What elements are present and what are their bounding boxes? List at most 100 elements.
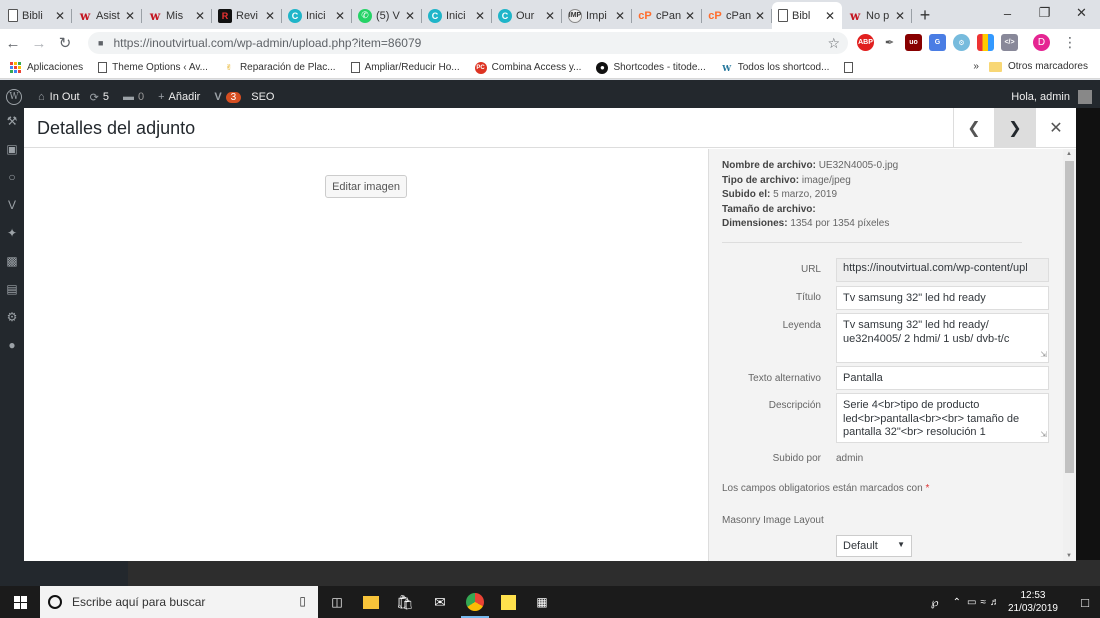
bookmark-apps[interactable]: Aplicaciones <box>10 61 83 74</box>
seo-link[interactable]: SEO <box>251 91 274 103</box>
bookmark-todos-shortcodes[interactable]: W Todos los shortcod... <box>721 62 829 74</box>
attachment-url-field[interactable]: https://inoutvirtual.com/wp-content/upl <box>836 258 1049 282</box>
task-view-icon[interactable]: ◫ <box>328 593 346 611</box>
browser-tab[interactable]: w Asist ✕ <box>72 2 142 29</box>
tab-close-icon[interactable]: ✕ <box>474 9 486 23</box>
browser-tab[interactable]: ✆ (5) V ✕ <box>352 2 422 29</box>
browser-tab[interactable]: Bibli ✕ <box>2 2 72 29</box>
tab-close-icon[interactable]: ✕ <box>824 9 836 23</box>
settings-icon[interactable]: ⚙ <box>0 310 24 332</box>
store-icon[interactable]: 🛍 <box>396 593 414 611</box>
maximize-button[interactable]: ❐ <box>1026 0 1063 26</box>
next-attachment-button[interactable]: ❯ <box>994 108 1035 148</box>
bookmark-ampliar[interactable]: Ampliar/Reducir Ho... <box>350 62 460 73</box>
alt-text-field[interactable]: Pantalla <box>836 366 1049 390</box>
browser-tab[interactable]: R Revi ✕ <box>212 2 282 29</box>
greeting[interactable]: Hola, admin <box>1011 91 1070 103</box>
show-hidden-icons[interactable]: ⌃ <box>953 597 961 608</box>
browser-tab[interactable]: cP cPan ✕ <box>632 2 702 29</box>
masonry-layout-select[interactable]: Default ▼ <box>836 535 912 557</box>
tab-close-icon[interactable]: ✕ <box>684 9 696 23</box>
browser-tab[interactable]: C Our ✕ <box>492 2 562 29</box>
panel-scrollbar[interactable]: ▲ ▼ <box>1063 149 1076 561</box>
other-bookmarks[interactable]: Otros marcadores <box>1008 61 1088 72</box>
browser-tab[interactable]: w Mis ✕ <box>142 2 212 29</box>
tab-close-icon[interactable]: ✕ <box>404 9 416 23</box>
tab-close-icon[interactable]: ✕ <box>54 9 66 23</box>
people-icon[interactable]: ℘ <box>931 596 939 609</box>
site-name-link[interactable]: In Out <box>50 91 80 103</box>
forward-button[interactable]: → <box>26 29 52 57</box>
wrench-icon[interactable]: ⚒ <box>0 114 24 136</box>
ublock-icon[interactable]: uo <box>905 34 922 51</box>
browser-tab[interactable]: C Inici ✕ <box>422 2 492 29</box>
chrome-icon[interactable] <box>461 593 489 618</box>
browser-tab[interactable]: w No p ✕ <box>842 2 912 29</box>
new-tab-button[interactable]: + <box>912 2 938 29</box>
comments-count[interactable]: 0 <box>138 91 144 103</box>
tab-close-icon[interactable]: ✕ <box>894 9 906 23</box>
bookmark-blank[interactable] <box>844 62 858 73</box>
scroll-down-icon[interactable]: ▼ <box>1066 553 1072 559</box>
volume-icon[interactable]: ♬ <box>990 597 1000 608</box>
resize-grip-icon[interactable]: ⇲ <box>1040 428 1047 442</box>
colorzilla-icon[interactable] <box>977 34 994 51</box>
profile-avatar[interactable]: D <box>1033 34 1050 51</box>
menu-icon[interactable]: ⋮ <box>1063 34 1077 51</box>
scroll-up-icon[interactable]: ▲ <box>1066 151 1072 157</box>
action-center-icon[interactable]: □ <box>1070 595 1100 610</box>
browser-tab[interactable]: cP cPan ✕ <box>702 2 772 29</box>
wifi-icon[interactable]: ≈ <box>980 597 986 608</box>
wp-icon[interactable]: ○ <box>0 170 24 192</box>
plugin-badge[interactable]: 3 <box>225 91 242 103</box>
adblock-icon[interactable]: ABP <box>857 34 874 51</box>
translate-icon[interactable]: G <box>929 34 946 51</box>
pin-icon[interactable]: ✦ <box>0 226 24 248</box>
add-new-link[interactable]: Añadir <box>169 91 201 103</box>
title-field[interactable]: Tv samsung 32" led hd ready <box>836 286 1049 310</box>
circle-icon[interactable]: ● <box>0 338 24 360</box>
minimize-button[interactable]: – <box>989 0 1026 26</box>
bookmark-combina-access[interactable]: PC Combina Access y... <box>474 61 581 74</box>
bookmark-reparacion[interactable]: ✌ Reparación de Plac... <box>223 62 336 74</box>
tab-close-icon[interactable]: ✕ <box>614 9 626 23</box>
avatar[interactable] <box>1078 90 1092 104</box>
resize-grip-icon[interactable]: ⇲ <box>1040 348 1047 362</box>
dashboard-icon[interactable]: ▣ <box>0 142 24 164</box>
wordpress-logo-icon[interactable]: W <box>6 89 22 105</box>
start-button[interactable] <box>0 586 40 618</box>
edit-image-button[interactable]: Editar imagen <box>325 175 407 198</box>
microphone-icon[interactable]: ▯ <box>299 594 306 608</box>
gear-extension-icon[interactable]: ⚙ <box>953 34 970 51</box>
mail-icon[interactable]: ✉ <box>431 593 449 611</box>
code-icon[interactable]: </> <box>1001 34 1018 51</box>
browser-tab[interactable]: C Inici ✕ <box>282 2 352 29</box>
bookmark-shortcodes[interactable]: ● Shortcodes - titode... <box>596 61 706 74</box>
file-explorer-icon[interactable] <box>363 595 379 609</box>
scrollbar-thumb[interactable] <box>1065 161 1074 473</box>
media-icon[interactable]: ▩ <box>0 254 24 276</box>
cart-icon[interactable]: ▤ <box>0 282 24 304</box>
back-button[interactable]: ← <box>0 29 26 57</box>
close-modal-button[interactable]: ✕ <box>1035 108 1076 148</box>
calendar-icon[interactable]: ▦ <box>533 593 551 611</box>
window-close-button[interactable]: ✕ <box>1063 0 1100 26</box>
tab-close-icon[interactable]: ✕ <box>194 9 206 23</box>
previous-attachment-button[interactable]: ❮ <box>953 108 994 148</box>
browser-tab[interactable]: Bibl ✕ <box>772 2 842 29</box>
clock[interactable]: 12:53 21/03/2019 <box>1008 589 1058 615</box>
battery-icon[interactable]: ▭ <box>967 597 976 608</box>
bookmarks-overflow-button[interactable]: » <box>973 61 979 72</box>
reload-button[interactable]: ↻ <box>52 29 78 57</box>
description-textarea[interactable]: Serie 4<br>tipo de producto led<br>panta… <box>836 393 1049 443</box>
caption-textarea[interactable]: Tv samsung 32" led hd ready/ ue32n4005/ … <box>836 313 1049 363</box>
tab-close-icon[interactable]: ✕ <box>754 9 766 23</box>
url-field[interactable]: ■ https://inoutvirtual.com/wp-admin/uplo… <box>88 32 848 54</box>
taskbar-search[interactable]: Escribe aquí para buscar ▯ <box>40 586 318 618</box>
tab-close-icon[interactable]: ✕ <box>334 9 346 23</box>
updates-count[interactable]: 5 <box>103 91 109 103</box>
tab-close-icon[interactable]: ✕ <box>124 9 136 23</box>
sticky-notes-icon[interactable] <box>501 594 516 610</box>
tab-close-icon[interactable]: ✕ <box>264 9 276 23</box>
plugin-menu-icon[interactable]: V <box>0 198 24 220</box>
